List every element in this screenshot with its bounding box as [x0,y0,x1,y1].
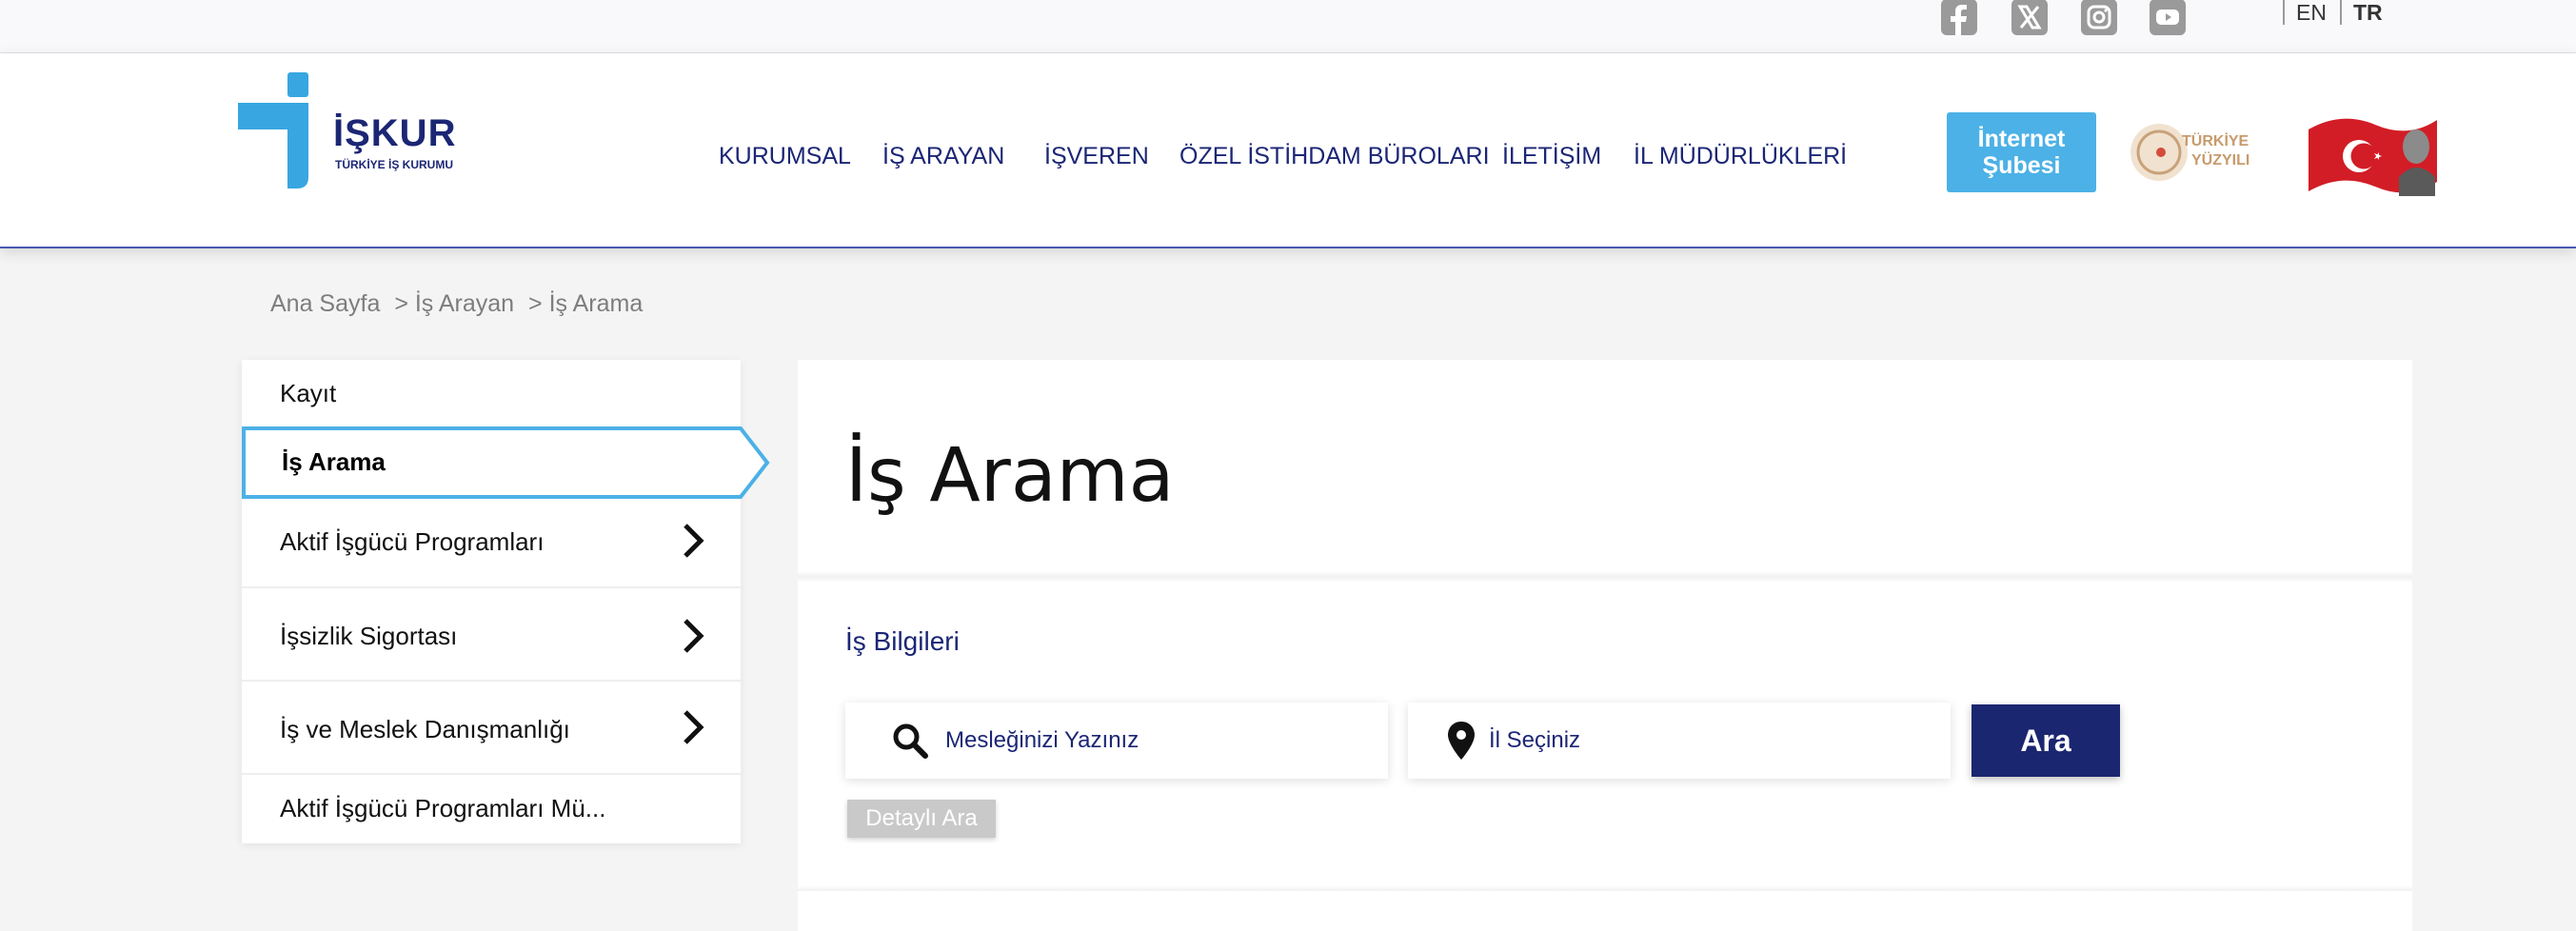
chevron-right-icon [684,524,704,558]
sidebar-item-issizlik-sigortasi[interactable]: İşsizlik Sigortası [242,588,741,680]
ty-line1: TÜRKİYE [2182,133,2249,149]
lang-separator [2283,0,2285,25]
site-header: İŞKUR TÜRKİYE İŞ KURUMU KURUMSAL İŞ ARAY… [0,53,2576,248]
sidebar-item-label: Aktif İşgücü Programları [280,527,545,556]
sidebar-item-is-arama[interactable]: İş Arama [242,426,770,499]
advanced-search-button[interactable]: Detaylı Ara [847,800,996,838]
turkish-flag-ataturk-image [2304,91,2442,210]
breadcrumb-is-arayan[interactable]: > İş Arayan [394,290,514,317]
sidebar-item-label: İşsizlik Sigortası [280,622,458,650]
top-bar: EN TR [0,0,2576,53]
chevron-right-icon [684,619,704,653]
sidebar-item-label: İş Arama [282,447,386,476]
lang-separator [2340,0,2342,25]
nav-il-mudurlukleri[interactable]: İL MÜDÜRLÜKLERİ [1634,137,1847,175]
sidebar-item-is-ve-meslek[interactable]: İş ve Meslek Danışmanlığı [242,682,741,773]
city-select-input[interactable] [1489,703,1908,779]
nav-is-arayan[interactable]: İŞ ARAYAN [882,137,1004,175]
lang-en-link[interactable]: EN [2296,0,2327,25]
sidebar-item-label: Aktif İşgücü Programları Mü... [280,794,606,822]
subesi-label: Şubesi [1982,152,2061,179]
instagram-icon[interactable] [2080,0,2118,35]
logo-text: İŞKUR [333,112,457,154]
panel-divider [798,571,2412,583]
internet-label: İnternet [1977,126,2066,152]
location-pin-icon [1448,722,1475,760]
section-title: İş Bilgileri [845,626,960,656]
sidebar-item-aktif-isgucu-mu[interactable]: Aktif İşgücü Programları Mü... [242,775,741,843]
logo-subtitle: TÜRKİYE İŞ KURUMU [335,158,454,171]
breadcrumb-home[interactable]: Ana Sayfa [270,290,380,317]
breadcrumb: Ana Sayfa > İş Arayan > İş Arama [270,290,650,318]
sidebar-item-label: İş ve Meslek Danışmanlığı [280,715,570,743]
turkiye-yuzyili-logo[interactable]: TÜRKİYE YÜZYILI [2123,112,2266,192]
page-title: İş Arama [845,433,1175,519]
nav-isveren[interactable]: İŞVEREN [1044,137,1149,175]
iskur-logo-mark [238,72,308,188]
lang-tr-link[interactable]: TR [2353,0,2383,25]
ty-line2: YÜZYILI [2191,152,2250,168]
chevron-right-icon [684,710,704,744]
breadcrumb-is-arama: > İş Arama [528,290,644,317]
sidebar-item-aktif-isgucu[interactable]: Aktif İşgücü Programları [242,499,741,586]
nav-ozel-istihdam[interactable]: ÖZEL İSTİHDAM BÜROLARI [1179,137,1490,175]
sidebar-item-kayit[interactable]: Kayıt [242,360,741,426]
job-search-field[interactable] [845,703,1388,779]
internet-subesi-button[interactable]: İnternet Şubesi [1947,112,2096,192]
nav-kurumsal[interactable]: KURUMSAL [719,137,851,175]
youtube-icon[interactable] [2149,0,2187,35]
panel-bottom-divider [798,885,2412,891]
search-icon [893,723,928,759]
search-button[interactable]: Ara [1972,704,2120,777]
iskur-logo[interactable]: İŞKUR TÜRKİYE İŞ KURUMU [238,72,476,196]
city-select-field[interactable] [1408,703,1951,779]
x-icon[interactable] [2011,0,2049,35]
facebook-icon[interactable] [1940,0,1978,35]
job-search-input[interactable] [945,703,1364,779]
sidebar-item-label: Kayıt [280,379,337,407]
nav-iletisim[interactable]: İLETİŞİM [1502,137,1601,175]
